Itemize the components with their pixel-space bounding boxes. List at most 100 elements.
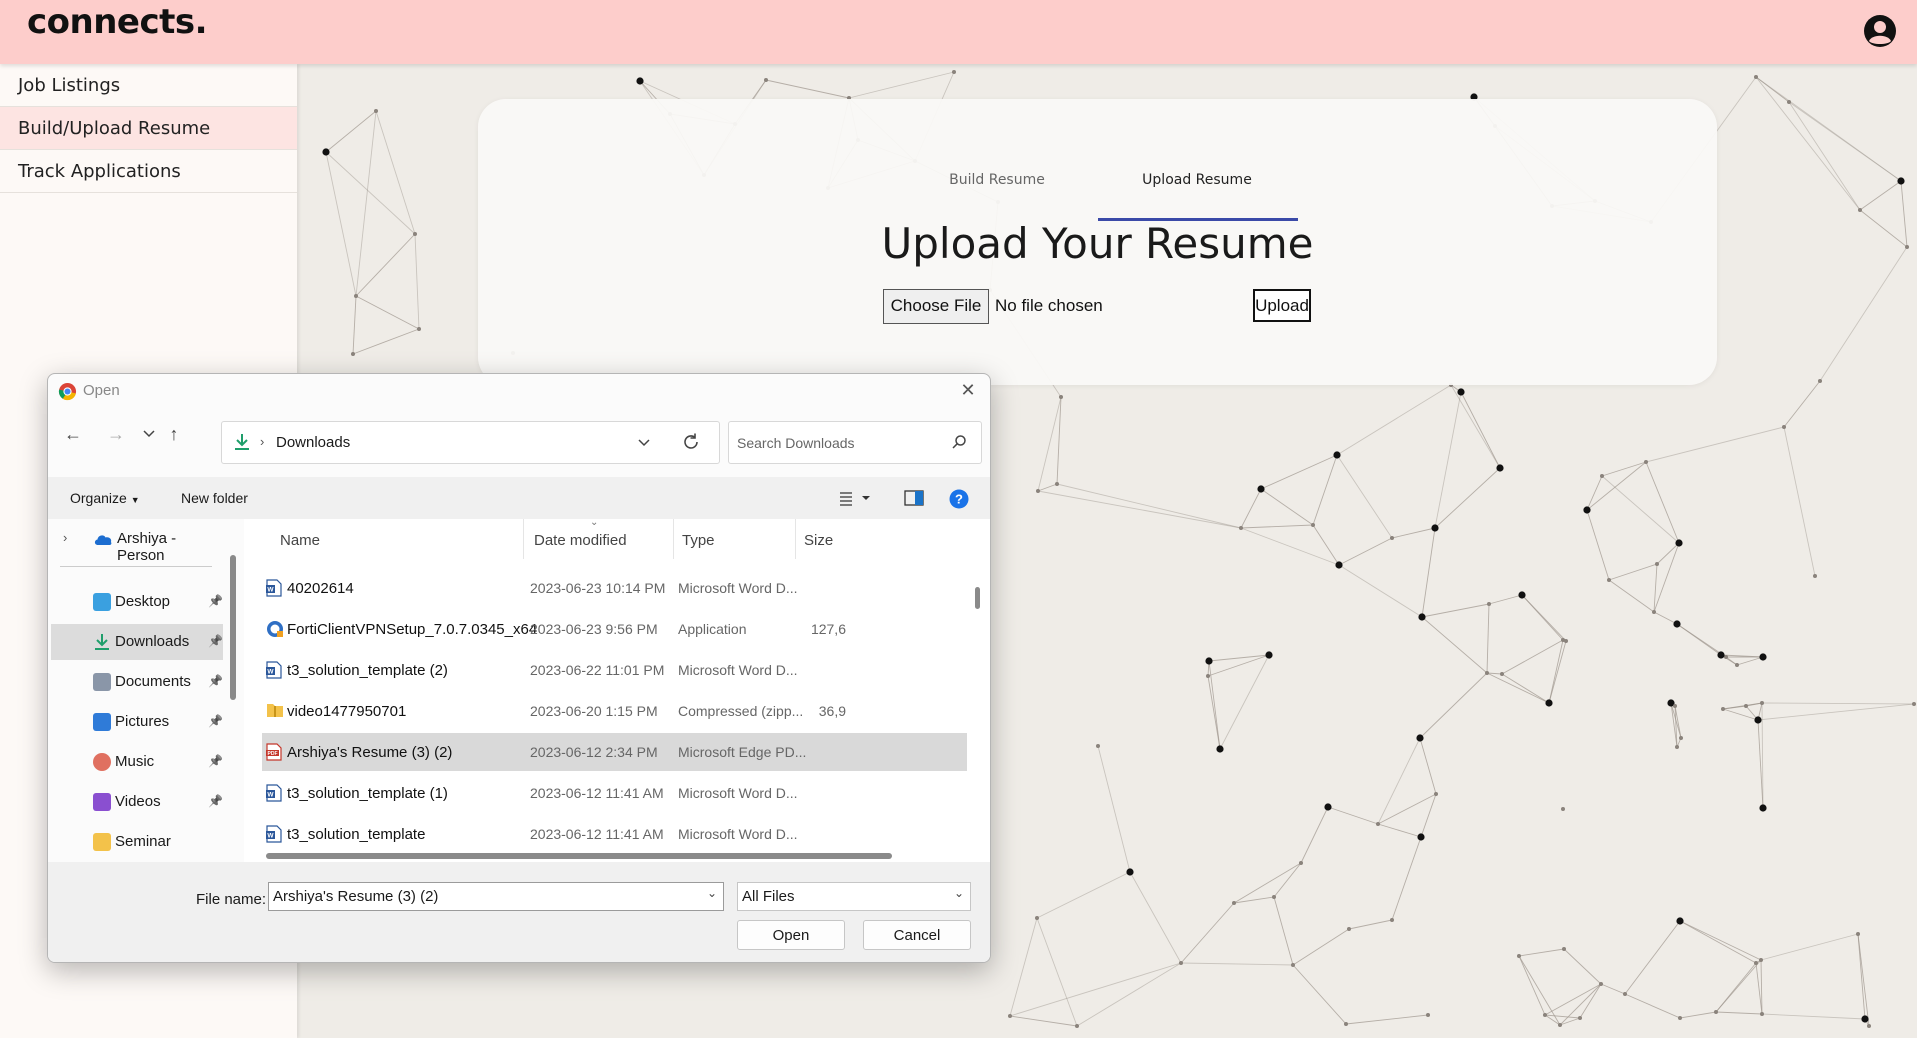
preview-pane-icon[interactable] xyxy=(904,489,924,507)
vertical-scrollbar[interactable] xyxy=(975,587,980,609)
up-arrow-icon[interactable]: ↑ xyxy=(162,422,186,446)
svg-text:W: W xyxy=(267,669,274,676)
network-edge xyxy=(1240,524,1314,529)
sidebar-item-desktop[interactable]: Desktop 📌 xyxy=(51,584,223,620)
network-node xyxy=(1858,208,1862,212)
cancel-button[interactable]: Cancel xyxy=(863,920,971,950)
network-node xyxy=(1426,1013,1430,1017)
file-type-select[interactable]: All Files ⌄ xyxy=(737,882,971,911)
pin-icon[interactable]: 📌 xyxy=(208,754,223,768)
table-row[interactable]: W 40202614 2023-06-23 10:14 PM Microsoft Wo… xyxy=(262,569,967,607)
account-circle-icon[interactable] xyxy=(1863,14,1897,48)
file-type: Microsoft Word D... xyxy=(678,580,798,596)
horizontal-scrollbar[interactable] xyxy=(266,853,892,859)
sidebar-item-job-listings[interactable]: Job Listings xyxy=(0,64,297,107)
network-edge xyxy=(355,295,420,330)
view-options-icon[interactable] xyxy=(838,489,872,507)
organize-menu[interactable]: Organize ▼ xyxy=(70,490,140,506)
column-header-type[interactable]: Type xyxy=(674,519,796,559)
network-node xyxy=(1623,992,1627,996)
network-edge xyxy=(1009,917,1038,1017)
network-edge xyxy=(414,233,420,330)
network-node xyxy=(1912,702,1916,706)
network-node xyxy=(1418,613,1426,621)
network-edge xyxy=(1736,656,1764,666)
sidebar-item-documents[interactable]: Documents 📌 xyxy=(51,664,223,700)
sidebar-item-onedrive[interactable]: › Arshiya - Person xyxy=(51,521,223,564)
table-row[interactable]: video1477950701 2023-06-20 1:15 PM Compres… xyxy=(262,692,967,730)
command-bar: Organize ▼ New folder ? xyxy=(48,477,990,519)
address-dropdown-chevron-icon[interactable] xyxy=(637,432,651,452)
table-row[interactable]: FortiClientVPNSetup_7.0.7.0345_x64 2023-0… xyxy=(262,610,967,648)
sidebar-item-downloads[interactable]: Downloads 📌 xyxy=(51,624,223,660)
upload-button[interactable]: Upload xyxy=(1253,289,1311,322)
expand-chevron-icon[interactable]: › xyxy=(63,530,67,545)
recent-locations-chevron-icon[interactable] xyxy=(137,422,161,446)
close-icon[interactable]: ✕ xyxy=(956,378,980,402)
forward-arrow-icon[interactable]: → xyxy=(104,422,128,446)
refresh-icon[interactable] xyxy=(680,431,702,453)
pin-icon[interactable]: 📌 xyxy=(208,594,223,608)
network-node xyxy=(1299,861,1303,865)
nav-scrollbar[interactable] xyxy=(230,555,236,700)
sidebar-item-pictures[interactable]: Pictures 📌 xyxy=(51,704,223,740)
network-node xyxy=(1655,562,1659,566)
network-edge xyxy=(1788,101,1861,211)
network-edge xyxy=(1180,962,1294,966)
table-row[interactable]: PDF Arshiya's Resume (3) (2) 2023-06-12 2:… xyxy=(262,733,967,771)
network-edge xyxy=(1009,1015,1078,1027)
sidebar-item-label: Job Listings xyxy=(18,74,121,96)
music-icon xyxy=(93,753,111,771)
network-node xyxy=(322,148,330,156)
tab-upload-resume[interactable]: Upload Resume xyxy=(1097,172,1297,188)
network-node xyxy=(1754,961,1758,965)
network-edge xyxy=(1336,454,1393,539)
network-node xyxy=(1500,672,1504,676)
sidebar-item-music[interactable]: Music 📌 xyxy=(51,744,223,780)
pin-icon[interactable]: 📌 xyxy=(208,674,223,688)
sidebar-item-track-applications[interactable]: Track Applications xyxy=(0,150,297,193)
network-edge xyxy=(352,328,420,355)
network-node xyxy=(1232,901,1236,905)
sort-chevron-icon: ⌄ xyxy=(590,519,599,528)
table-row[interactable]: Wt3_solution_template 2023-06-12 11:41 AM… xyxy=(262,815,967,853)
network-node xyxy=(1545,699,1553,707)
network-edge xyxy=(1761,702,1915,705)
pin-icon[interactable]: 📌 xyxy=(208,634,223,648)
column-header-date[interactable]: Date modified ⌄ xyxy=(526,519,674,559)
column-header-name[interactable]: Name xyxy=(272,519,524,559)
table-row[interactable]: Wt3_solution_template (1) 2023-06-12 11:4… xyxy=(262,774,967,812)
sidebar-item-label: Seminar xyxy=(115,833,171,850)
search-icon xyxy=(952,435,966,449)
new-folder-button[interactable]: New folder xyxy=(181,490,248,506)
network-edge xyxy=(1544,1014,1581,1019)
pin-icon[interactable]: 📌 xyxy=(208,714,223,728)
network-edge xyxy=(1419,672,1488,739)
table-row[interactable]: Wt3_solution_template (2) 2023-06-22 11:0… xyxy=(262,651,967,689)
help-icon[interactable]: ? xyxy=(949,489,969,509)
open-button[interactable]: Open xyxy=(737,920,845,950)
address-bar[interactable]: › Downloads xyxy=(221,421,720,464)
network-edge xyxy=(765,79,850,99)
network-node xyxy=(1416,734,1424,742)
tab-build-resume[interactable]: Build Resume xyxy=(897,172,1097,188)
back-arrow-icon[interactable]: ← xyxy=(61,422,85,446)
sidebar-item-build-upload-resume[interactable]: Build/Upload Resume xyxy=(0,107,297,150)
network-edge xyxy=(1548,640,1567,704)
dialog-footer: File name: Arshiya's Resume (3) (2) ⌄ Al… xyxy=(48,862,990,962)
chevron-down-icon[interactable]: ⌄ xyxy=(707,886,717,900)
file-name-label: File name: xyxy=(196,891,267,908)
sidebar-item-videos[interactable]: Videos 📌 xyxy=(51,784,223,820)
brand-logo[interactable]: connects. xyxy=(27,2,208,42)
search-input[interactable]: Search Downloads xyxy=(728,421,982,464)
network-edge xyxy=(1645,426,1785,463)
network-node xyxy=(1265,651,1273,659)
column-header-size[interactable]: Size xyxy=(796,519,856,559)
file-name-field[interactable]: Arshiya's Resume (3) (2) ⌄ xyxy=(268,882,724,911)
pin-icon[interactable]: 📌 xyxy=(208,794,223,808)
choose-file-button[interactable]: Choose File xyxy=(883,288,989,324)
network-node xyxy=(1675,539,1683,547)
sidebar-item-seminar[interactable]: Seminar xyxy=(51,824,223,860)
sidebar-item-label: Track Applications xyxy=(18,160,181,182)
upload-card: Build Resume Upload Resume Upload Your R… xyxy=(478,99,1717,385)
